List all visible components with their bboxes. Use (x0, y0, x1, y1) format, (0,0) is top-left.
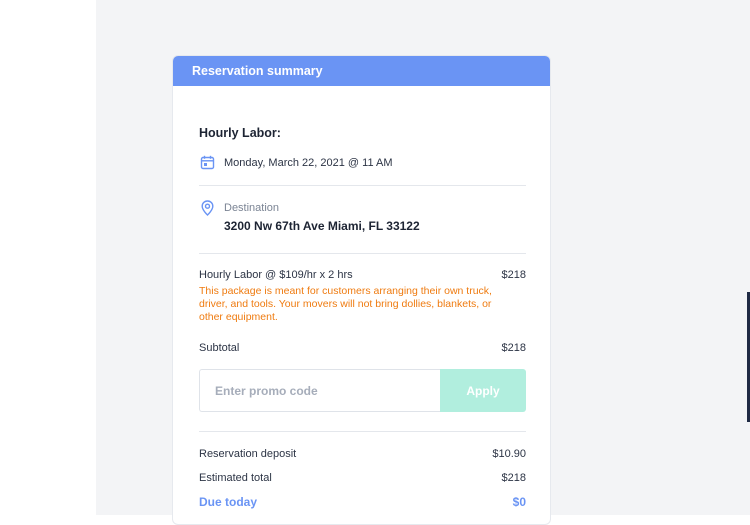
line-item-label: Hourly Labor @ $109/hr x 2 hrs (199, 269, 353, 281)
calendar-icon (200, 155, 215, 170)
line-item-value: $218 (501, 269, 526, 281)
destination-label: Destination (224, 202, 280, 214)
destination-address: 3200 Nw 67th Ave Miami, FL 33122 (224, 219, 420, 233)
divider (199, 431, 526, 432)
divider (199, 253, 526, 254)
estimated-total-value: $218 (501, 472, 526, 484)
section-title: Hourly Labor: (199, 126, 281, 140)
deposit-value: $10.90 (492, 448, 526, 460)
divider (199, 185, 526, 186)
package-warning-note: This package is meant for customers arra… (199, 285, 492, 323)
estimated-total-label: Estimated total (199, 472, 272, 484)
location-pin-icon (201, 200, 214, 216)
card-header: Reservation summary (173, 56, 550, 86)
promo-code-group: Apply (199, 369, 526, 412)
due-today-label: Due today (199, 495, 258, 509)
subtotal-value: $218 (501, 342, 526, 354)
apply-promo-button[interactable]: Apply (440, 369, 526, 412)
reservation-summary-card: Reservation summary Hourly Labor: Monday… (172, 55, 551, 525)
subtotal-label: Subtotal (199, 342, 240, 354)
deposit-label: Reservation deposit (199, 448, 297, 460)
reservation-date: Monday, March 22, 2021 @ 11 AM (224, 157, 393, 169)
promo-code-input[interactable] (199, 369, 440, 412)
due-today-value: $0 (512, 495, 526, 509)
left-blank-area (0, 0, 96, 515)
